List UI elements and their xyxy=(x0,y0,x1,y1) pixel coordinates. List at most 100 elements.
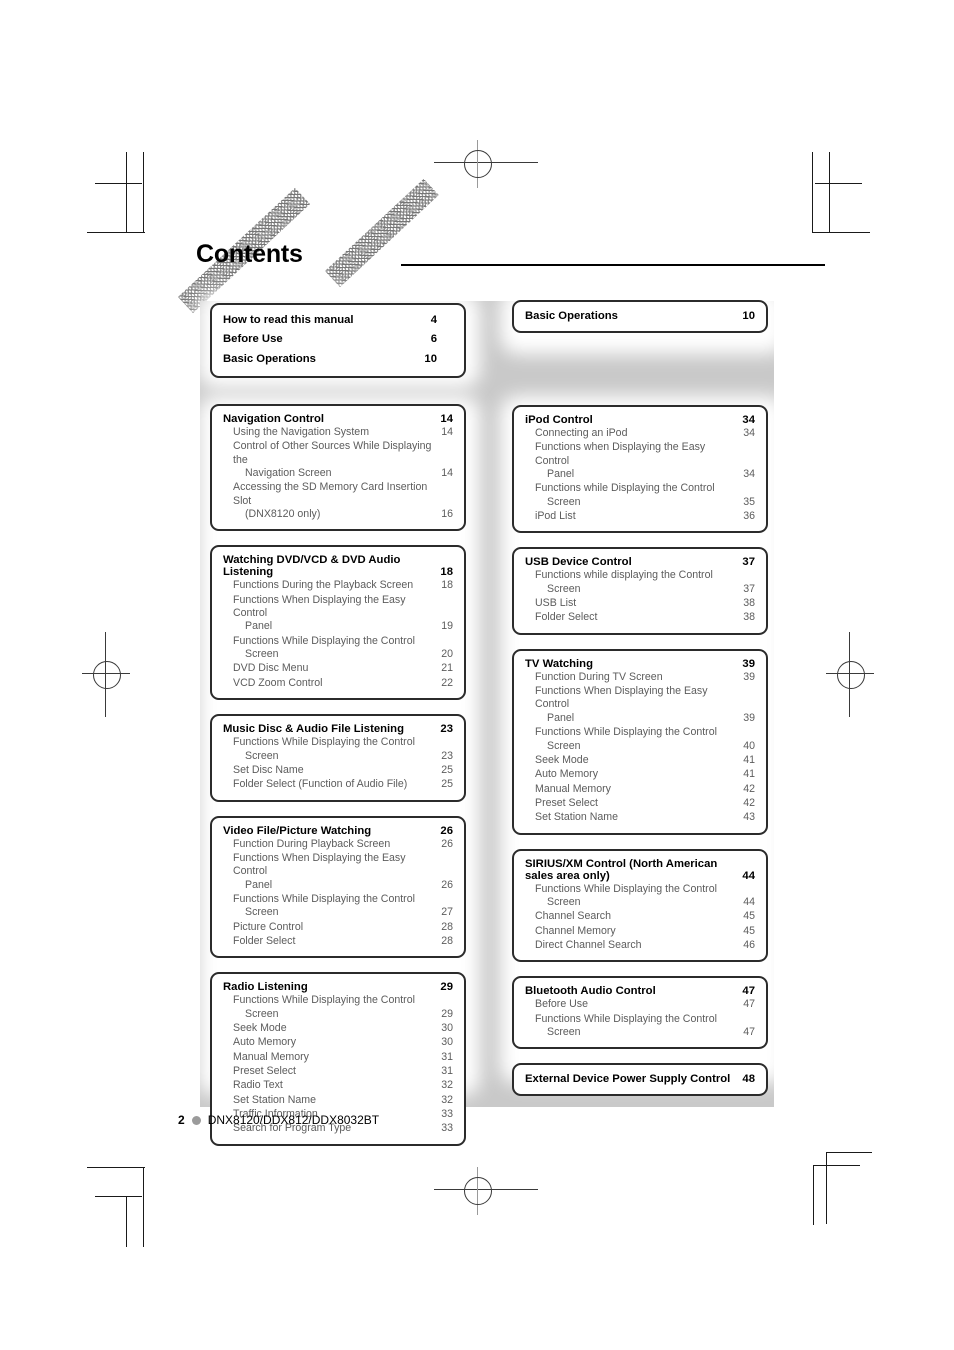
toc-entry[interactable]: Functions While Displaying the Control S… xyxy=(223,994,453,1021)
toc-section-header[interactable]: External Device Power Supply Control 48 xyxy=(525,1073,755,1085)
toc-entry-label-continuation: Screen xyxy=(245,906,279,919)
toc-entry[interactable]: Control of Other Sources While Displayin… xyxy=(223,440,453,480)
toc-entry-page: 20 xyxy=(441,648,453,661)
summary-column: How to read this manual 4 Before Use 6 B… xyxy=(210,303,466,392)
toc-entry[interactable]: Radio Text 32 xyxy=(223,1079,453,1092)
toc-entry[interactable]: Functions while displaying the Control S… xyxy=(525,569,755,596)
toc-section-title: Watching DVD/VCD & DVD Audio xyxy=(223,554,401,567)
toc-section-title-continuation: sales area only) xyxy=(525,869,610,882)
crop-mark-bottom-right-inner-h xyxy=(813,1165,860,1166)
summary-box[interactable]: How to read this manual 4 Before Use 6 B… xyxy=(210,303,466,379)
toc-entry[interactable]: Picture Control 28 xyxy=(223,921,453,934)
toc-entry[interactable]: Functions While Displaying the Control S… xyxy=(223,893,453,920)
toc-box-external-device-power-supply-control[interactable]: External Device Power Supply Control 48 xyxy=(512,1063,768,1097)
toc-entry-page: 23 xyxy=(441,749,453,762)
toc-section-header[interactable]: Video File/Picture Watching 26 xyxy=(223,825,453,837)
toc-entry[interactable]: VCD Zoom Control 22 xyxy=(223,677,453,690)
toc-entry[interactable]: Set Station Name 43 xyxy=(525,811,755,824)
decorative-diagonal-band-right xyxy=(325,178,439,288)
toc-entry[interactable]: Using the Navigation System 14 xyxy=(223,426,453,439)
toc-box-watching-dvd-vcd[interactable]: Watching DVD/VCD & DVD Audio Listening 1… xyxy=(210,545,466,701)
toc-entry-label: Direct Channel Search xyxy=(535,938,642,951)
toc-entry-page: 39 xyxy=(743,670,755,683)
toc-entry[interactable]: Auto Memory 41 xyxy=(525,768,755,781)
toc-entry[interactable]: Connecting an iPod 34 xyxy=(525,427,755,440)
toc-box-music-disc-audio-file[interactable]: Music Disc & Audio File Listening 23 Fun… xyxy=(210,714,466,802)
toc-entry[interactable]: DVD Disc Menu 21 xyxy=(223,662,453,675)
toc-entry[interactable]: Functions While Displaying the Control S… xyxy=(525,883,755,910)
toc-entry-page: 31 xyxy=(441,1050,453,1063)
toc-section-header[interactable]: USB Device Control 37 xyxy=(525,556,755,568)
toc-entry[interactable]: Accessing the SD Memory Card Insertion S… xyxy=(223,481,453,521)
toc-entry[interactable]: Functions While Displaying the Control S… xyxy=(223,635,453,662)
toc-section-page: 26 xyxy=(440,824,453,837)
toc-section-header[interactable]: TV Watching 39 xyxy=(525,658,755,670)
toc-entry[interactable]: Before Use 47 xyxy=(525,998,755,1011)
toc-section-header[interactable]: Music Disc & Audio File Listening 23 xyxy=(223,723,453,735)
toc-entry-page: 25 xyxy=(441,763,453,776)
toc-box-bluetooth-audio-control[interactable]: Bluetooth Audio Control 47 Before Use 47… xyxy=(512,976,768,1050)
toc-entry[interactable]: Functions when Displaying the Easy Contr… xyxy=(525,441,755,481)
toc-box-sirius-xm-control[interactable]: SIRIUS/XM Control (North American sales … xyxy=(512,848,768,963)
toc-entry[interactable]: Seek Mode 30 xyxy=(223,1022,453,1035)
toc-entry[interactable]: Functions When Displaying the Easy Contr… xyxy=(525,685,755,725)
page-title: Contents xyxy=(196,240,303,268)
toc-entry[interactable]: Manual Memory 42 xyxy=(525,783,755,796)
toc-entry-page: 31 xyxy=(441,1065,453,1077)
toc-section-header[interactable]: SIRIUS/XM Control (North American sales … xyxy=(525,858,755,882)
toc-entry-label: Functions While Displaying the Control S… xyxy=(233,994,415,1020)
toc-entry[interactable]: Functions While Displaying the Control S… xyxy=(525,1013,755,1040)
toc-section-header[interactable]: Basic Operations 10 xyxy=(525,310,755,322)
toc-entry[interactable]: Function During TV Screen 39 xyxy=(525,671,755,684)
toc-entry[interactable]: Functions While Displaying the Control S… xyxy=(525,726,755,753)
toc-section-header[interactable]: Navigation Control 14 xyxy=(223,413,453,425)
toc-entry[interactable]: Functions While Displaying the Control S… xyxy=(223,736,453,763)
toc-entry-label: Channel Search xyxy=(535,910,611,923)
toc-entry[interactable]: USB List 38 xyxy=(525,597,755,610)
toc-entry[interactable]: Manual Memory 31 xyxy=(223,1051,453,1064)
toc-section-title: Basic Operations xyxy=(525,310,618,322)
toc-section-header[interactable]: Radio Listening 29 xyxy=(223,981,453,993)
toc-entry[interactable]: Channel Search 45 xyxy=(525,910,755,923)
toc-entry[interactable]: Seek Mode 41 xyxy=(525,754,755,767)
crop-mark-bottom-left-inner-v xyxy=(126,1196,127,1247)
toc-entry-label-continuation: Screen xyxy=(547,495,581,508)
toc-entry[interactable]: Functions When Displaying the Easy Contr… xyxy=(223,594,453,634)
toc-entry-label-continuation: Panel xyxy=(547,468,575,481)
toc-entry[interactable]: Functions while Displaying the Control S… xyxy=(525,482,755,509)
toc-section-header[interactable]: Watching DVD/VCD & DVD Audio Listening 1… xyxy=(223,554,453,578)
toc-entry-label: Set Station Name xyxy=(535,811,619,824)
toc-section-title: Music Disc & Audio File Listening xyxy=(223,723,404,736)
toc-entry[interactable]: Set Disc Name 25 xyxy=(223,764,453,777)
summary-row[interactable]: Basic Operations 10 xyxy=(223,350,453,369)
toc-entry-label: iPod List xyxy=(535,510,576,523)
toc-box-video-file-picture-watching[interactable]: Video File/Picture Watching 26 Function … xyxy=(210,815,466,959)
toc-entry-label: Functions While Displaying the Control S… xyxy=(535,1012,717,1038)
toc-box-usb-device-control[interactable]: USB Device Control 37 Functions while di… xyxy=(512,547,768,635)
toc-entry-label: Control of Other Sources While Displayin… xyxy=(233,440,432,480)
toc-entry[interactable]: Direct Channel Search 46 xyxy=(525,939,755,952)
toc-entry[interactable]: Functions During the Playback Screen 18 xyxy=(223,579,453,592)
toc-entry[interactable]: Auto Memory 30 xyxy=(223,1036,453,1049)
toc-entry[interactable]: Function During Playback Screen 26 xyxy=(223,838,453,851)
toc-box-tv-watching[interactable]: TV Watching 39 Function During TV Screen… xyxy=(512,648,768,835)
toc-entry[interactable]: Preset Select 31 xyxy=(223,1065,453,1078)
toc-entry[interactable]: Channel Memory 45 xyxy=(525,925,755,938)
summary-row[interactable]: How to read this manual 4 xyxy=(223,311,453,330)
toc-entry-label: Before Use xyxy=(535,998,588,1011)
summary-row[interactable]: Before Use 6 xyxy=(223,330,453,349)
toc-entry[interactable]: Folder Select 38 xyxy=(525,611,755,624)
toc-entry[interactable]: Functions When Displaying the Easy Contr… xyxy=(223,852,453,892)
toc-entry[interactable]: Folder Select (Function of Audio File) 2… xyxy=(223,778,453,791)
toc-entry-label-continuation: Screen xyxy=(547,739,581,752)
toc-entry[interactable]: Set Station Name 32 xyxy=(223,1094,453,1107)
toc-entry[interactable]: iPod List 36 xyxy=(525,510,755,523)
toc-box-ipod-control[interactable]: iPod Control 34 Connecting an iPod 34 Fu… xyxy=(512,405,768,534)
registration-mark-top-circle xyxy=(464,150,492,178)
toc-entry[interactable]: Preset Select 42 xyxy=(525,797,755,810)
toc-section-header[interactable]: iPod Control 34 xyxy=(525,414,755,426)
toc-section-header[interactable]: Bluetooth Audio Control 47 xyxy=(525,985,755,997)
toc-box-basic-operations[interactable]: Basic Operations 10 xyxy=(512,300,768,333)
toc-box-navigation-control[interactable]: Navigation Control 14 Using the Navigati… xyxy=(210,404,466,532)
toc-entry[interactable]: Folder Select 28 xyxy=(223,935,453,948)
